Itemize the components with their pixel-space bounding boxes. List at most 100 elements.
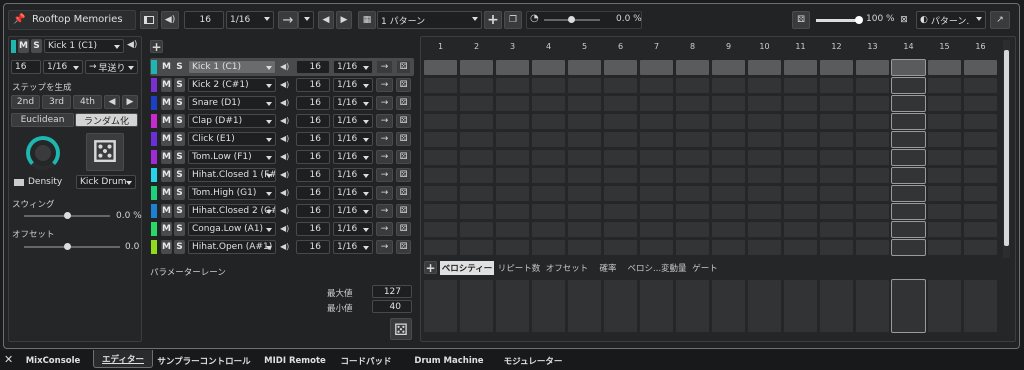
step-cell[interactable] xyxy=(496,222,529,237)
track-mute-button[interactable]: M xyxy=(161,240,172,254)
step-cell[interactable] xyxy=(964,240,997,255)
track-instrument-select[interactable]: Clap (D#1) xyxy=(188,114,276,128)
step-cell[interactable] xyxy=(964,132,997,147)
track-solo-button[interactable]: S xyxy=(174,132,185,146)
track-direction-button[interactable]: → xyxy=(376,204,393,218)
pattern-bank-button[interactable]: ▦ xyxy=(358,11,376,29)
track-resolution-select[interactable]: 1/16 xyxy=(333,186,373,200)
track-solo-button[interactable]: S xyxy=(174,168,185,182)
step-cell[interactable] xyxy=(891,59,926,76)
step-cell[interactable] xyxy=(891,185,926,202)
track-randomize-button[interactable]: ⚄ xyxy=(396,96,411,110)
step-cell[interactable] xyxy=(748,132,781,147)
velocity-cell[interactable] xyxy=(928,280,961,332)
step-cell[interactable] xyxy=(856,114,889,129)
track-randomize-button[interactable]: ⚄ xyxy=(396,78,411,92)
step-cell[interactable] xyxy=(532,168,565,183)
track-speaker-icon[interactable]: ◀) xyxy=(280,80,289,89)
step-cell[interactable] xyxy=(964,96,997,111)
step-cell[interactable] xyxy=(532,150,565,165)
step-cell[interactable] xyxy=(496,96,529,111)
step-cell[interactable] xyxy=(496,204,529,219)
header-swing-handle[interactable] xyxy=(568,16,575,23)
step-cell[interactable] xyxy=(748,150,781,165)
direction-button[interactable]: → xyxy=(278,11,298,29)
step-cell[interactable] xyxy=(604,96,637,111)
track-resolution-select[interactable]: 1/16 xyxy=(333,168,373,182)
param-lane-tab[interactable]: 確率 xyxy=(592,261,624,275)
track-resolution-select[interactable]: 1/16 xyxy=(333,132,373,146)
bottom-tab[interactable]: コードパッド xyxy=(335,353,397,368)
step-cell[interactable] xyxy=(496,114,529,129)
step-cell[interactable] xyxy=(460,240,493,255)
track-mute-button[interactable]: M xyxy=(161,60,172,74)
step-cell[interactable] xyxy=(856,132,889,147)
volume-handle[interactable] xyxy=(855,16,863,24)
step-cell[interactable] xyxy=(964,168,997,183)
velocity-cell[interactable] xyxy=(856,280,889,332)
step-cell[interactable] xyxy=(460,132,493,147)
track-direction-button[interactable]: → xyxy=(376,240,393,254)
step-cell[interactable] xyxy=(820,60,853,75)
step-cell[interactable] xyxy=(820,96,853,111)
step-cell[interactable] xyxy=(640,240,673,255)
step-cell[interactable] xyxy=(532,222,565,237)
step-cell[interactable] xyxy=(424,240,457,255)
step-cell[interactable] xyxy=(891,167,926,184)
track-speaker-icon[interactable]: ◀) xyxy=(280,188,289,197)
step-cell[interactable] xyxy=(712,186,745,201)
track-instrument-select[interactable]: Hihat.Closed 2 (G#. xyxy=(188,204,276,218)
step-cell[interactable] xyxy=(568,150,601,165)
param-lane-tab[interactable]: ゲート xyxy=(690,261,720,275)
step-cell[interactable] xyxy=(748,60,781,75)
track-direction-button[interactable]: → xyxy=(376,132,393,146)
track-steps-field[interactable]: 16 xyxy=(296,222,330,236)
step-cell[interactable] xyxy=(891,149,926,166)
step-cell[interactable] xyxy=(676,114,709,129)
track-solo-button[interactable]: S xyxy=(174,78,185,92)
step-cell[interactable] xyxy=(820,168,853,183)
step-cell[interactable] xyxy=(532,60,565,75)
step-cell[interactable] xyxy=(856,60,889,75)
step-cell[interactable] xyxy=(640,132,673,147)
step-cell[interactable] xyxy=(748,222,781,237)
step-cell[interactable] xyxy=(928,96,961,111)
step-cell[interactable] xyxy=(784,60,817,75)
step-cell[interactable] xyxy=(856,222,889,237)
step-cell[interactable] xyxy=(856,186,889,201)
step-cell[interactable] xyxy=(712,204,745,219)
track-direction-button[interactable]: → xyxy=(376,222,393,236)
duplicate-pattern-button[interactable]: ❐ xyxy=(504,11,522,29)
solo-button[interactable]: S xyxy=(31,39,42,53)
track-steps-field[interactable]: 16 xyxy=(296,240,330,254)
step-cell[interactable] xyxy=(568,222,601,237)
step-cell[interactable] xyxy=(820,204,853,219)
step-cell[interactable] xyxy=(820,150,853,165)
step-cell[interactable] xyxy=(784,78,817,93)
track-solo-button[interactable]: S xyxy=(174,240,185,254)
track-speaker-icon[interactable]: ◀) xyxy=(280,116,289,125)
step-cell[interactable] xyxy=(748,168,781,183)
track-instrument-select[interactable]: Snare (D1) xyxy=(188,96,276,110)
grid-view-button[interactable]: ⊠ xyxy=(896,11,912,29)
step-cell[interactable] xyxy=(964,78,997,93)
step-cell[interactable] xyxy=(856,204,889,219)
direction-select[interactable] xyxy=(298,11,314,29)
step-cell[interactable] xyxy=(640,168,673,183)
step-cell[interactable] xyxy=(784,240,817,255)
velocity-cell[interactable] xyxy=(676,280,709,332)
track-solo-button[interactable]: S xyxy=(174,150,185,164)
step-cell[interactable] xyxy=(891,203,926,220)
step-cell[interactable] xyxy=(784,150,817,165)
step-cell[interactable] xyxy=(676,186,709,201)
track-instrument-select[interactable]: Hihat.Open (A#1) xyxy=(188,240,276,254)
step-cell[interactable] xyxy=(928,240,961,255)
step-cell[interactable] xyxy=(964,186,997,201)
step-cell[interactable] xyxy=(928,78,961,93)
track-mute-button[interactable]: M xyxy=(161,222,172,236)
param-lane-tab[interactable]: ベロシティー xyxy=(440,261,494,275)
step-cell[interactable] xyxy=(676,60,709,75)
pin-icon[interactable]: 📌 xyxy=(13,14,25,25)
step-cell[interactable] xyxy=(891,221,926,238)
bottom-tab[interactable]: サンプラーコントロール xyxy=(153,353,255,368)
